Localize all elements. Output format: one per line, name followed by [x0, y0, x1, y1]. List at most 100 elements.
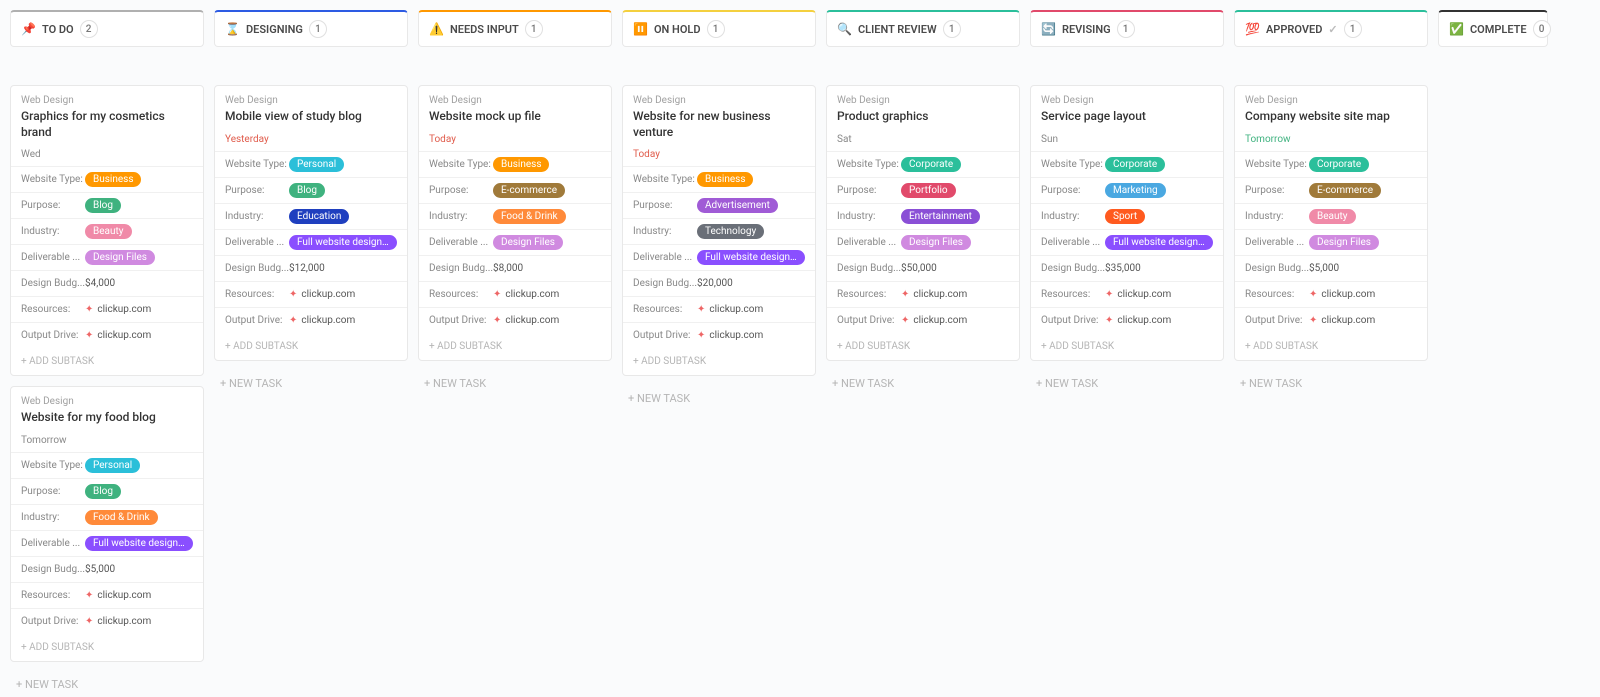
field-value-wrap: Technology [697, 224, 764, 239]
add-subtask-button[interactable]: + ADD SUBTASK [1031, 333, 1223, 360]
tag-pill[interactable]: Advertisement [697, 198, 778, 213]
tag-pill[interactable]: Full website design and lay... [85, 536, 193, 551]
link-value[interactable]: ✦clickup.com [1309, 315, 1375, 326]
task-card[interactable]: Web DesignCompany website site mapTomorr… [1234, 85, 1428, 361]
link-value[interactable]: ✦clickup.com [289, 289, 355, 300]
link-value[interactable]: ✦clickup.com [85, 616, 151, 627]
budget-text: $20,000 [697, 278, 733, 289]
tag-pill[interactable]: Blog [85, 484, 121, 499]
column-header[interactable]: 🔍CLIENT REVIEW1 [826, 10, 1020, 47]
link-value[interactable]: ✦clickup.com [85, 304, 151, 315]
tag-pill[interactable]: Marketing [1105, 183, 1166, 198]
tag-pill[interactable]: Full website design and lay... [289, 235, 397, 250]
field-row: Industry:Technology [623, 218, 815, 244]
tag-pill[interactable]: Sport [1105, 209, 1145, 224]
add-subtask-button[interactable]: + ADD SUBTASK [11, 634, 203, 661]
task-card[interactable]: Web DesignWebsite for my food blogTomorr… [10, 386, 204, 662]
add-subtask-button[interactable]: + ADD SUBTASK [827, 333, 1019, 360]
column-header[interactable]: 💯APPROVED✓1 [1234, 10, 1428, 47]
tag-pill[interactable]: Personal [85, 458, 140, 473]
column: ⌛DESIGNING1 Web DesignMobile view of stud… [214, 10, 408, 396]
link-value[interactable]: ✦clickup.com [85, 330, 151, 341]
card-head: Web DesignWebsite for my food blogTomorr… [11, 387, 203, 452]
link-value[interactable]: ✦clickup.com [697, 304, 763, 315]
add-subtask-button[interactable]: + ADD SUBTASK [215, 333, 407, 360]
tag-pill[interactable]: Business [697, 172, 753, 187]
task-card[interactable]: Web DesignProduct graphicsSatWebsite Typ… [826, 85, 1020, 361]
new-task-button[interactable]: + NEW TASK [826, 371, 1020, 396]
task-card[interactable]: Web DesignWebsite mock up fileTodayWebsi… [418, 85, 612, 361]
link-value[interactable]: ✦clickup.com [1309, 289, 1375, 300]
column-status-icon: 📌 [21, 23, 36, 35]
tag-pill[interactable]: Full website design and lay... [697, 250, 805, 265]
column-header[interactable]: ⏸️ON HOLD1 [622, 10, 816, 47]
card-head: Web DesignGraphics for my cosmetics bran… [11, 86, 203, 166]
column-header[interactable]: 🔄REVISING1 [1030, 10, 1224, 47]
check-icon: ✓ [1328, 23, 1337, 36]
tag-pill[interactable]: Technology [697, 224, 764, 239]
tag-pill[interactable]: E-commerce [493, 183, 565, 198]
tag-pill[interactable]: Design Files [85, 250, 155, 265]
task-card[interactable]: Web DesignMobile view of study blogYeste… [214, 85, 408, 361]
link-value[interactable]: ✦clickup.com [85, 590, 151, 601]
tag-pill[interactable]: Personal [289, 157, 344, 172]
tag-pill[interactable]: Business [85, 172, 141, 187]
add-subtask-button[interactable]: + ADD SUBTASK [1235, 333, 1427, 360]
new-task-button[interactable]: + NEW TASK [418, 371, 612, 396]
tag-pill[interactable]: Corporate [1105, 157, 1165, 172]
link-value[interactable]: ✦clickup.com [289, 315, 355, 326]
field-value-wrap: Full website design and lay... [1105, 235, 1213, 250]
link-value[interactable]: ✦clickup.com [697, 330, 763, 341]
tag-pill[interactable]: E-commerce [1309, 183, 1381, 198]
tag-pill[interactable]: Blog [289, 183, 325, 198]
column-status-icon: ⚠️ [429, 23, 444, 35]
link-value[interactable]: ✦clickup.com [901, 289, 967, 300]
column-header[interactable]: 📌TO DO2 [10, 10, 204, 47]
field-label: Purpose: [1041, 185, 1105, 196]
tag-pill[interactable]: Beauty [85, 224, 132, 239]
budget-text: $4,000 [85, 278, 115, 289]
tag-pill[interactable]: Food & Drink [85, 510, 158, 525]
tag-pill[interactable]: Full website design and lay... [1105, 235, 1213, 250]
link-value[interactable]: ✦clickup.com [901, 315, 967, 326]
tag-pill[interactable]: Corporate [1309, 157, 1369, 172]
tag-pill[interactable]: Portfolio [901, 183, 956, 198]
new-task-button[interactable]: + NEW TASK [10, 672, 204, 697]
card-date: Sat [837, 134, 1009, 145]
link-text: clickup.com [301, 315, 355, 326]
new-task-button[interactable]: + NEW TASK [1030, 371, 1224, 396]
new-task-button[interactable]: + NEW TASK [1234, 371, 1428, 396]
tag-pill[interactable]: Education [289, 209, 349, 224]
tag-pill[interactable]: Food & Drink [493, 209, 566, 224]
column-header[interactable]: ✅COMPLETE0 [1438, 10, 1548, 47]
tag-pill[interactable]: Entertainment [901, 209, 980, 224]
link-value[interactable]: ✦clickup.com [1105, 315, 1171, 326]
link-value[interactable]: ✦clickup.com [1105, 289, 1171, 300]
link-text: clickup.com [913, 315, 967, 326]
new-task-button[interactable]: + NEW TASK [622, 386, 816, 411]
tag-pill[interactable]: Business [493, 157, 549, 172]
add-subtask-button[interactable]: + ADD SUBTASK [11, 348, 203, 375]
field-row: Industry:Beauty [11, 218, 203, 244]
tag-pill[interactable]: Blog [85, 198, 121, 213]
add-subtask-button[interactable]: + ADD SUBTASK [623, 348, 815, 375]
task-card[interactable]: Web DesignGraphics for my cosmetics bran… [10, 85, 204, 376]
field-label: Website Type: [21, 460, 85, 471]
column-header[interactable]: ⚠️NEEDS INPUT1 [418, 10, 612, 47]
task-card[interactable]: Web DesignWebsite for new business ventu… [622, 85, 816, 376]
field-row: Resources:✦clickup.com [827, 281, 1019, 307]
field-label: Design Budg... [429, 263, 493, 274]
new-task-button[interactable]: + NEW TASK [214, 371, 408, 396]
tag-pill[interactable]: Design Files [901, 235, 971, 250]
link-value[interactable]: ✦clickup.com [493, 289, 559, 300]
link-value[interactable]: ✦clickup.com [493, 315, 559, 326]
field-label: Deliverable ... [837, 237, 901, 248]
tag-pill[interactable]: Corporate [901, 157, 961, 172]
task-card[interactable]: Web DesignService page layoutSunWebsite … [1030, 85, 1224, 361]
column-header[interactable]: ⌛DESIGNING1 [214, 10, 408, 47]
add-subtask-button[interactable]: + ADD SUBTASK [419, 333, 611, 360]
tag-pill[interactable]: Design Files [493, 235, 563, 250]
card-title: Service page layout [1041, 109, 1213, 125]
tag-pill[interactable]: Design Files [1309, 235, 1379, 250]
tag-pill[interactable]: Beauty [1309, 209, 1356, 224]
